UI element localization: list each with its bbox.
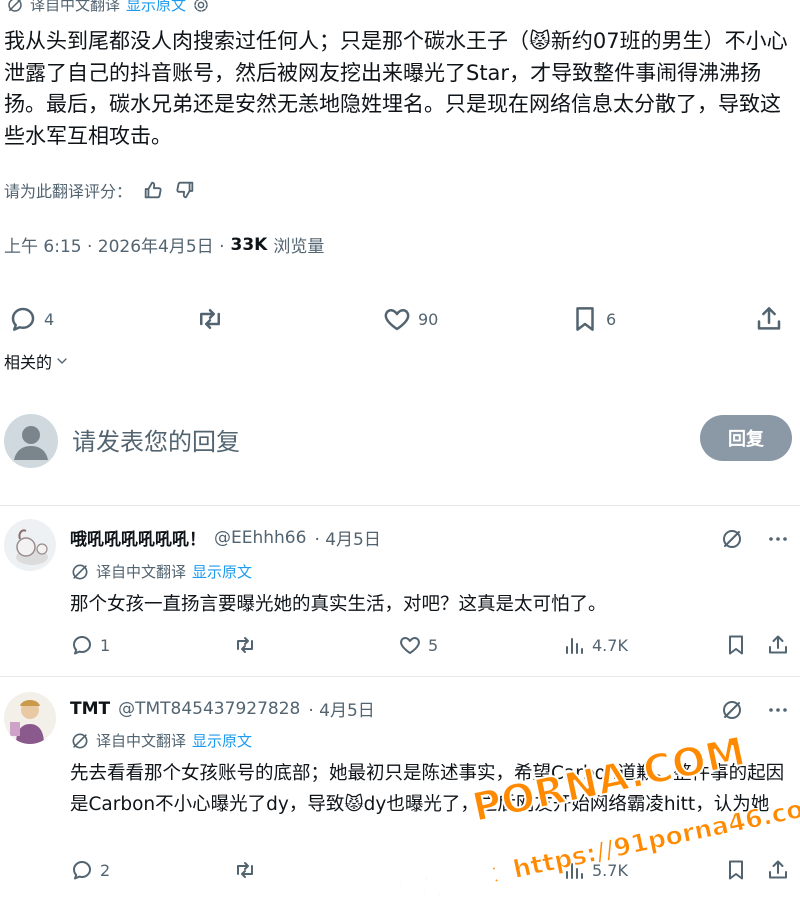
comment-translation-bar: 译自中文翻译 显示原文 [70,561,252,582]
share-icon [766,633,790,657]
reply-bubble-icon [70,858,94,882]
views-action[interactable]: 4.7K [562,633,628,657]
repost-action[interactable] [232,858,258,882]
comment-item: 哦吼吼吼吼吼吼！ @EEhhh66 · 4月5日 译自中文翻译 显示原文 那个女… [0,505,800,685]
more-options-icon[interactable] [766,698,790,722]
comment-text: 那个女孩一直扬言要曝光她的真实生活，对吧？这真是太可怕了。 [70,594,607,615]
share-action[interactable] [766,858,790,882]
related-dropdown[interactable]: 相关的 [4,349,70,373]
like-action[interactable]: 90 [382,304,438,334]
reply-bubble-icon [8,304,38,334]
repost-action[interactable] [194,304,226,334]
reply-action[interactable]: 2 [70,858,110,882]
comment-header: 哦吼吼吼吼吼吼！ @EEhhh66 · 4月5日 [70,525,381,551]
bookmark-icon [724,858,748,882]
repost-action[interactable] [232,633,258,657]
show-original-link[interactable]: 显示原文 [192,730,252,751]
post-text: 我从头到尾都没人肉搜索过任何人；只是那个碳水王子（😾新约07班的男生）不小心泄露… [4,29,788,148]
related-label: 相关的 [4,353,53,372]
repost-icon [194,304,226,334]
share-action[interactable] [766,633,790,657]
chevron-down-icon [54,353,70,369]
repost-icon [232,858,258,882]
bookmark-action[interactable] [724,633,748,657]
views-count: 33K [230,234,268,255]
views-count: 4.7K [592,635,628,655]
reply-action[interactable]: 4 [8,304,54,334]
reply-button[interactable]: 回复 [700,415,792,461]
share-icon [754,304,784,334]
reply-input[interactable]: 请发表您的回复 [72,422,240,457]
views-label: 浏览量 [273,237,325,257]
commenter-avatar[interactable] [4,692,56,744]
translation-bar: 译自中文翻译 显示原文 [6,0,210,15]
reply-count: 4 [44,309,55,329]
commenter-handle[interactable]: @TMT845437927828 [118,699,300,719]
reply-count: 2 [100,860,111,880]
commenter-name[interactable]: 哦吼吼吼吼吼吼！ [70,525,206,550]
post-action-bar: 4 90 6 [0,302,800,336]
settings-gear-icon[interactable] [192,0,210,14]
reply-count: 1 [100,635,111,655]
repost-icon [232,633,258,657]
share-icon [766,858,790,882]
show-original-link[interactable]: 显示原文 [126,0,186,15]
thumbs-down-icon[interactable] [174,179,196,201]
share-action[interactable] [754,304,784,334]
translate-slash-icon [70,731,90,751]
rate-translation: 请为此翻译评分： [4,178,196,202]
bookmark-count: 6 [606,309,617,329]
comment-date[interactable]: · 4月5日 [314,525,380,550]
translate-slash-icon [70,562,90,582]
bookmark-action[interactable]: 6 [570,304,616,334]
comment-date[interactable]: · 4月5日 [308,696,374,721]
thumbs-up-icon[interactable] [142,179,164,201]
translate-label: 译自中文翻译 [30,0,121,14]
translate-label: 译自中文翻译 [96,563,187,581]
comment-header: TMT @TMT845437927828 · 4月5日 [70,696,375,722]
heart-icon [398,633,422,657]
analytics-bars-icon [562,633,586,657]
reply-bubble-icon [70,633,94,657]
comment-action-bar: 1 5 4.7K [70,633,800,663]
translate-label: 译自中文翻译 [96,732,187,750]
commenter-name[interactable]: TMT [70,699,110,719]
comment-translation-bar: 译自中文翻译 显示原文 [70,730,252,751]
more-options-icon[interactable] [766,527,790,551]
reply-composer: 请发表您的回复 回复 [0,412,800,472]
post-timestamp[interactable]: 上午 6:15 · 2026年4月5日 · [4,232,225,257]
bookmark-action[interactable] [724,858,748,882]
translate-slash-icon[interactable] [720,527,744,551]
reply-action[interactable]: 1 [70,633,110,657]
user-avatar[interactable] [4,414,58,468]
commenter-handle[interactable]: @EEhhh66 [214,528,306,548]
comment-top-actions [720,698,790,722]
like-count: 90 [418,309,439,329]
translate-slash-icon[interactable] [720,698,744,722]
comment-top-actions [720,527,790,551]
like-count: 5 [428,635,439,655]
bookmark-icon [724,633,748,657]
heart-icon [382,304,412,334]
rate-prompt: 请为此翻译评分： [4,182,133,201]
translate-slash-icon [6,0,24,14]
commenter-avatar[interactable] [4,519,56,571]
show-original-link[interactable]: 显示原文 [192,561,252,582]
post-meta: 上午 6:15 · 2026年4月5日 · 33K 浏览量 [4,232,325,258]
like-action[interactable]: 5 [398,633,438,657]
bookmark-icon [570,304,600,334]
